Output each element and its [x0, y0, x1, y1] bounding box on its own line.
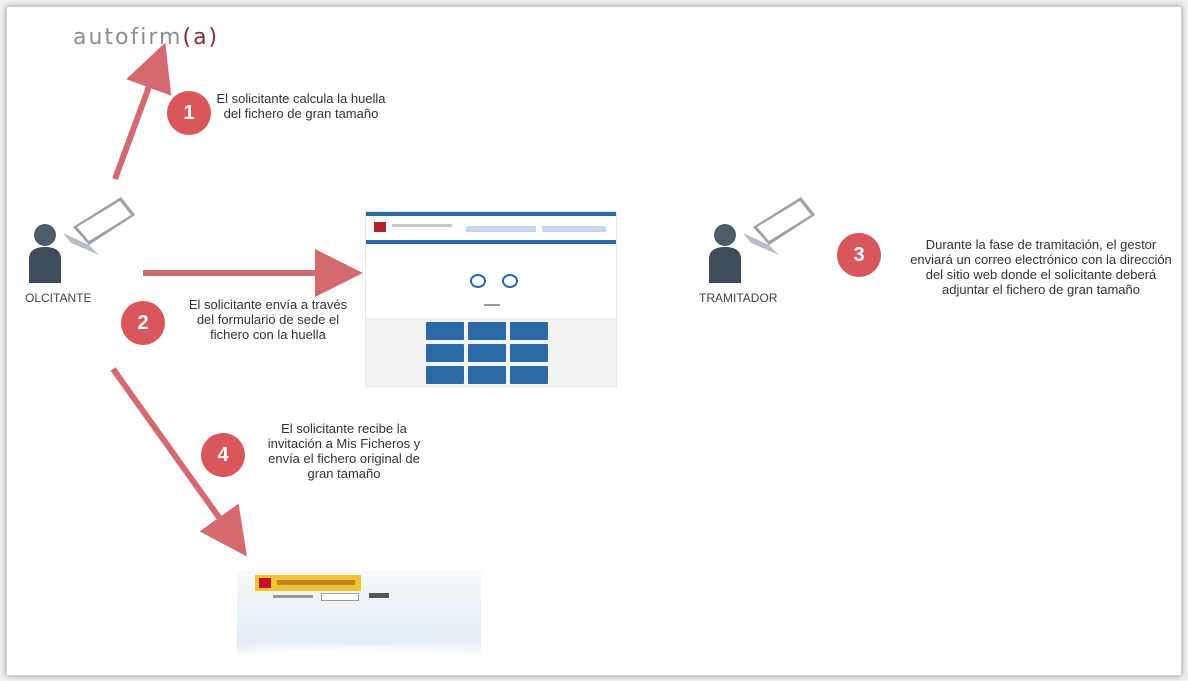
sede-form-thumbnail: [365, 211, 617, 387]
step-2-text: El solicitante envía a través del formul…: [188, 297, 348, 342]
step-2-badge: 2: [121, 301, 165, 345]
laptop-icon: [63, 197, 135, 255]
step-4-text: El solicitante recibe la invitación a Mi…: [267, 421, 421, 481]
laptop-icon: [743, 197, 815, 255]
person-icon: [29, 224, 61, 283]
actor-solicitante-label: OLCITANTE: [25, 291, 92, 305]
tramitador-figure: [709, 197, 815, 283]
autofirma-logo: autofirm(a): [73, 25, 220, 50]
logo-text: autofirm: [73, 25, 183, 50]
step-3-badge: 3: [837, 233, 881, 277]
step-4-badge: 4: [201, 433, 245, 477]
solicitante-figure: [29, 197, 135, 283]
step-3-text: Durante la fase de tramitación, el gesto…: [910, 237, 1172, 297]
step-1-text: El solicitante calcula la huella del fic…: [216, 91, 386, 121]
logo-accent: a: [193, 25, 209, 50]
diagram-canvas: autofirm(a) OLCITANTE TRAMITADOR 1 El so…: [6, 6, 1182, 676]
arrow-to-autofirma: [112, 42, 172, 181]
person-icon: [709, 224, 741, 283]
step-1-badge: 1: [167, 91, 211, 135]
mis-ficheros-thumbnail: [237, 571, 481, 667]
actor-tramitador-label: TRAMITADOR: [699, 291, 778, 305]
